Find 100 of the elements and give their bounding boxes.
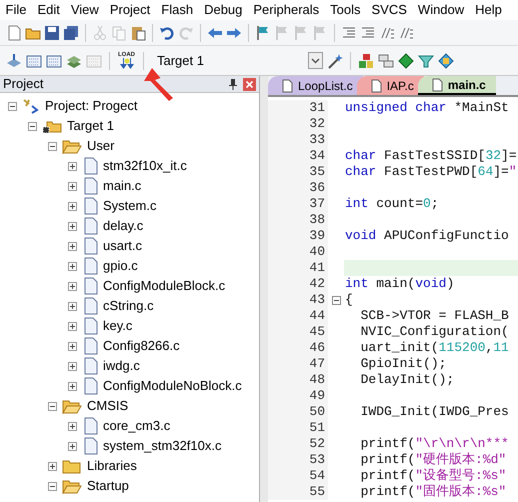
menu-item[interactable]: Peripherals xyxy=(248,0,325,20)
tree-item[interactable]: stm32f10x_it.c xyxy=(103,156,187,176)
collapse-icon[interactable] xyxy=(48,482,57,490)
menu-item[interactable]: Window xyxy=(412,0,470,20)
build-grid-icon[interactable] xyxy=(46,52,62,68)
line-number: 51 xyxy=(268,420,328,436)
blocks-icon[interactable] xyxy=(358,52,374,68)
indent-icon[interactable] xyxy=(341,24,357,40)
file-icon xyxy=(84,317,98,335)
code-line: DelayInit(); xyxy=(360,372,454,387)
undo-icon[interactable] xyxy=(159,24,175,40)
tree-item[interactable]: Config8266.c xyxy=(103,336,180,356)
menu-item[interactable]: Help xyxy=(470,0,508,20)
file-icon xyxy=(84,197,98,215)
line-number: 33 xyxy=(268,132,328,148)
expand-icon[interactable] xyxy=(68,222,77,230)
menu-item[interactable]: SVCS xyxy=(366,0,412,20)
tree-item[interactable]: ConfigModuleNoBlock.c xyxy=(103,376,242,396)
tree-item[interactable]: usart.c xyxy=(103,236,142,256)
menu-item[interactable]: Flash xyxy=(156,0,199,20)
expand-icon[interactable] xyxy=(48,462,57,470)
clipboard-icon[interactable] xyxy=(130,24,146,40)
tree-item[interactable]: gpio.c xyxy=(103,256,138,276)
line-number: 53 xyxy=(268,452,328,468)
tree-item[interactable]: system_stm32f10x.c xyxy=(103,436,222,456)
code-line: NVIC_Configuration( xyxy=(360,324,509,339)
file-icon xyxy=(84,417,98,435)
tree-item[interactable]: Startup xyxy=(87,476,129,496)
tree-item[interactable]: Target 1 xyxy=(67,116,114,136)
line-number: 43 xyxy=(268,292,328,308)
collapse-icon[interactable] xyxy=(48,142,57,150)
editor-tab[interactable]: IAP.c xyxy=(356,76,424,95)
download-arrows-icon[interactable] xyxy=(118,58,134,70)
tree-item[interactable]: CMSIS xyxy=(87,396,128,416)
editor-tab[interactable]: LoopList.c xyxy=(268,76,363,95)
expand-icon[interactable] xyxy=(68,262,77,270)
expand-icon[interactable] xyxy=(68,442,77,450)
menu-item[interactable]: Edit xyxy=(32,0,66,20)
code-line: SCB->VTOR = FLASH_B xyxy=(360,308,509,323)
expand-icon[interactable] xyxy=(68,322,77,330)
caret-icon[interactable] xyxy=(308,52,323,69)
stack-arrow-icon[interactable] xyxy=(6,52,22,68)
line-number: 45 xyxy=(268,324,328,340)
tree-item[interactable]: Libraries xyxy=(87,456,137,476)
menu-item[interactable]: Project xyxy=(104,0,156,20)
tree-item[interactable]: System.c xyxy=(103,196,156,216)
expand-icon[interactable] xyxy=(68,382,77,390)
folder-icon xyxy=(62,458,82,474)
magic-wand-icon[interactable] xyxy=(327,52,343,68)
code-line: printf("\r\n\r\n*** xyxy=(360,436,509,451)
editor-tab[interactable]: main.c xyxy=(418,76,496,95)
collapse-icon[interactable] xyxy=(48,402,57,410)
tree-item[interactable]: delay.c xyxy=(103,216,144,236)
expand-icon[interactable] xyxy=(68,342,77,350)
expand-icon[interactable] xyxy=(68,182,77,190)
file-icon xyxy=(84,237,98,255)
expand-icon[interactable] xyxy=(68,282,77,290)
line-number: 31 xyxy=(268,100,328,116)
diamond-icon[interactable] xyxy=(398,52,414,68)
tree-item[interactable]: User xyxy=(87,136,114,156)
indent-icon[interactable] xyxy=(360,24,376,40)
menu-item[interactable]: View xyxy=(65,0,104,20)
tree-item[interactable]: cString.c xyxy=(103,296,154,316)
line-number: 44 xyxy=(268,308,328,324)
package-icon[interactable] xyxy=(438,52,454,68)
collapse-icon[interactable] xyxy=(28,122,37,130)
tree-item[interactable]: ConfigModuleBlock.c xyxy=(103,276,226,296)
save-all-icon[interactable] xyxy=(63,24,79,40)
menu-item[interactable]: Debug xyxy=(198,0,248,20)
save-icon[interactable] xyxy=(44,24,60,40)
menu-item[interactable]: Tools xyxy=(324,0,366,20)
pin-icon[interactable] xyxy=(229,78,237,90)
line-number: 38 xyxy=(268,212,328,228)
folder-icon xyxy=(62,398,82,414)
tree-item[interactable]: iwdg.c xyxy=(103,356,140,376)
build-grid-icon[interactable] xyxy=(26,52,42,68)
code-line: char FastTestPWD[64]=" xyxy=(345,164,517,179)
collapse-icon[interactable] xyxy=(8,102,17,110)
code-line: printf("固件版本:%s" xyxy=(360,484,506,499)
expand-icon[interactable] xyxy=(68,242,77,250)
expand-icon[interactable] xyxy=(68,422,77,430)
tree-item[interactable]: core_cm3.c xyxy=(103,416,170,436)
expand-icon[interactable] xyxy=(68,362,77,370)
new-file-icon[interactable] xyxy=(6,24,22,40)
code-line: IWDG_Init(IWDG_Pres xyxy=(360,404,509,419)
line-number: 49 xyxy=(268,388,328,404)
tree-item[interactable]: Project: Progect xyxy=(45,96,138,116)
funnel-icon[interactable] xyxy=(418,52,434,68)
close-icon[interactable] xyxy=(243,78,256,90)
line-number: 36 xyxy=(268,180,328,196)
windows-icon[interactable] xyxy=(378,52,394,68)
menu-item[interactable]: File xyxy=(0,0,32,20)
tree-item[interactable]: main.c xyxy=(103,176,142,196)
file-icon xyxy=(84,277,98,295)
flag-icon[interactable] xyxy=(255,24,271,40)
collapse-icon[interactable] xyxy=(332,296,340,304)
expand-icon[interactable] xyxy=(68,202,77,210)
expand-icon[interactable] xyxy=(68,302,77,310)
expand-icon[interactable] xyxy=(68,162,77,170)
tree-item[interactable]: key.c xyxy=(103,316,132,336)
